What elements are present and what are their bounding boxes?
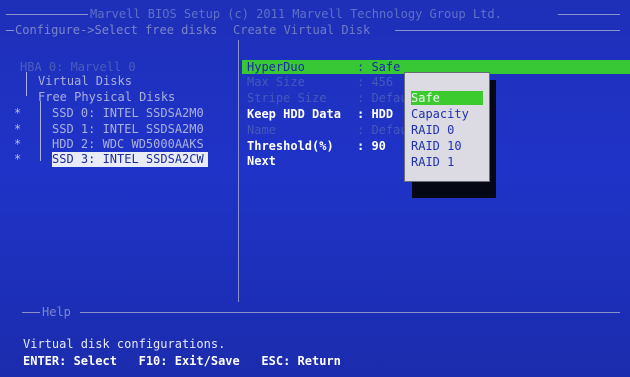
key-hints: ENTER: Select F10: Exit/Save ESC: Return xyxy=(23,354,341,368)
tree-disk-ssd3[interactable]: SSD 3: INTEL SSDSA2CW xyxy=(52,152,208,167)
tree-disk-hdd2[interactable]: HDD 2: WDC WD5000AAKS xyxy=(52,137,204,152)
top-frame-line-left xyxy=(6,14,88,15)
disk-marker: * xyxy=(14,152,22,166)
option-raid10[interactable]: RAID 10 xyxy=(411,139,483,153)
help-line-left xyxy=(22,312,40,313)
keep-hdd-data-label[interactable]: Keep HDD Data xyxy=(247,107,341,122)
hyperduo-value[interactable]: : Safe xyxy=(357,60,400,75)
disk-marker: * xyxy=(14,137,22,151)
crumb-line-right xyxy=(395,30,620,31)
hyperduo-options-popup: Safe Capacity RAID 0 RAID 10 RAID 1 xyxy=(404,72,490,182)
tree-disk-ssd0[interactable]: SSD 0: INTEL SSDSA2M0 xyxy=(52,106,204,121)
threshold-label[interactable]: Threshold(%) xyxy=(247,139,334,154)
tree-root[interactable]: HBA 0: Marvell 0 xyxy=(20,60,136,75)
next-button[interactable]: Next xyxy=(247,154,276,169)
name-label: Name xyxy=(247,123,276,137)
tree-branch-line-2 xyxy=(26,86,27,96)
option-capacity[interactable]: Capacity xyxy=(411,107,483,121)
top-frame-line-right xyxy=(558,14,620,15)
stripe-size-label: Stripe Size xyxy=(247,91,327,105)
help-description: Virtual disk configurations. xyxy=(23,337,226,351)
crumb-line-left xyxy=(6,30,14,31)
tree-branch-line xyxy=(26,72,27,86)
tree-virtual-disks[interactable]: Virtual Disks xyxy=(38,74,132,89)
section-title: Create Virtual Disk xyxy=(233,23,371,37)
tree-free-physical-disks[interactable]: Free Physical Disks xyxy=(38,90,175,105)
disk-marker: * xyxy=(14,122,22,136)
help-line-right xyxy=(80,312,620,313)
bios-screen: Marvell BIOS Setup (c) 2011 Marvell Tech… xyxy=(0,0,630,377)
keep-hdd-data-value[interactable]: : HDD xyxy=(357,107,393,122)
panel-divider xyxy=(238,40,239,302)
max-size-value: : 456 xyxy=(357,75,394,89)
option-raid0[interactable]: RAID 0 xyxy=(411,123,483,137)
bios-title: Marvell BIOS Setup (c) 2011 Marvell Tech… xyxy=(90,7,502,21)
threshold-value[interactable]: : 90 xyxy=(357,139,386,154)
breadcrumb: Configure->Select free disks xyxy=(15,23,218,37)
option-raid1[interactable]: RAID 1 xyxy=(411,155,483,169)
disk-marker: * xyxy=(14,106,22,120)
max-size-label: Max Size xyxy=(247,75,305,89)
hyperduo-label[interactable]: HyperDuo xyxy=(247,60,305,75)
help-label: Help xyxy=(42,305,71,319)
disk-branch-line xyxy=(40,101,41,161)
option-safe[interactable]: Safe xyxy=(411,91,483,105)
tree-disk-ssd1[interactable]: SSD 1: INTEL SSDSA2M0 xyxy=(52,122,204,137)
